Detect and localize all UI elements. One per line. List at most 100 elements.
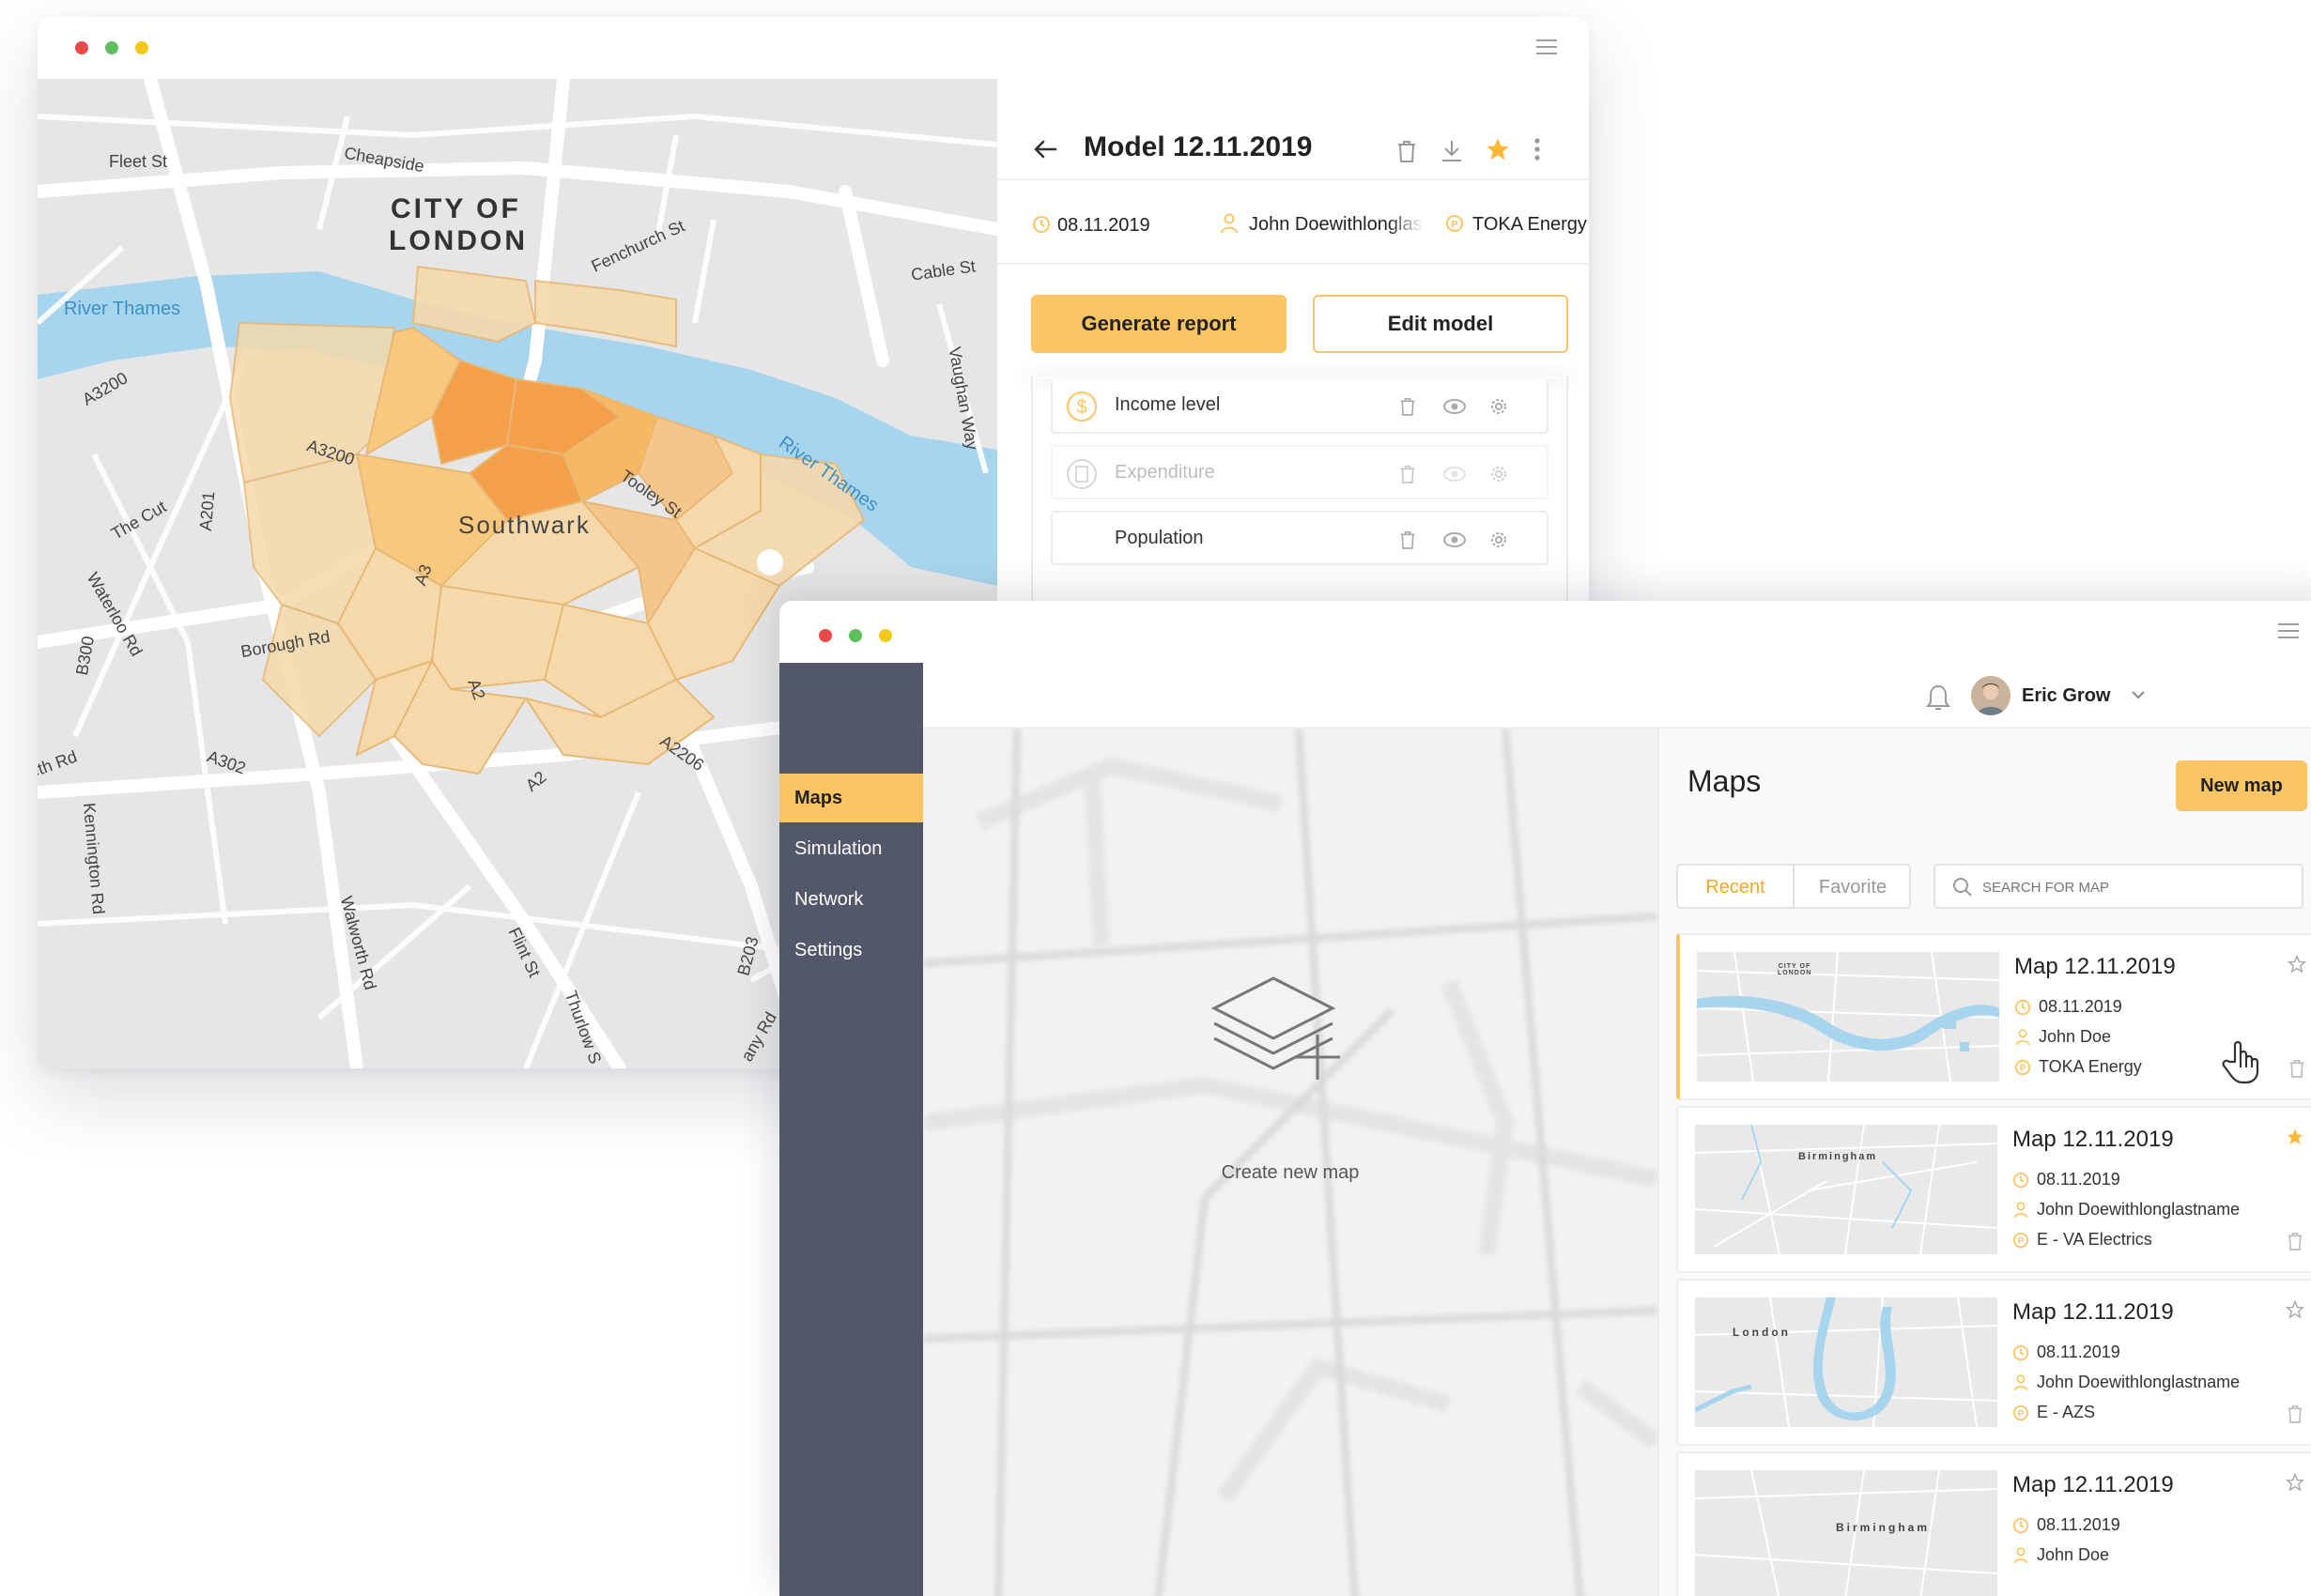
card-date-text: 08.11.2019	[2037, 1515, 2120, 1534]
trash-icon[interactable]	[1396, 394, 1419, 419]
model-meta: 08.11.2019 John Doewithlonglast P TOKA E…	[997, 180, 1589, 265]
card-date: 08.11.2019	[2012, 1170, 2120, 1189]
layer-row[interactable]: Population	[1051, 511, 1548, 565]
sidebar-item-simulation[interactable]: Simulation	[779, 824, 923, 873]
tab-recent[interactable]: Recent	[1678, 866, 1795, 909]
sidebar-item-maps[interactable]: Maps	[779, 774, 923, 822]
user-icon	[2012, 1546, 2029, 1564]
model-user: John Doewithlonglast	[1249, 214, 1424, 235]
menu-icon[interactable]	[2278, 623, 2299, 638]
layer-row[interactable]: Expenditure	[1051, 445, 1548, 499]
card-company-text: E - VA Electrics	[2037, 1230, 2152, 1249]
card-user-text: John Doewithlonglastname	[2037, 1373, 2241, 1391]
card-company: P E - AZS	[2012, 1403, 2095, 1422]
card-date-text: 08.11.2019	[2037, 1343, 2120, 1361]
more-vertical-icon[interactable]	[1529, 135, 1546, 163]
map-canvas-area[interactable]: Create new map	[923, 729, 1657, 1596]
trash-icon[interactable]	[2287, 1057, 2307, 1080]
arrow-left-icon[interactable]	[1031, 135, 1059, 163]
card-title: Map 12.11.2019	[2012, 1127, 2174, 1152]
map-label: LONDON	[389, 225, 528, 256]
new-map-button[interactable]: New map	[2176, 760, 2307, 811]
star-outline-icon[interactable]	[2285, 1299, 2305, 1320]
card-title: Map 12.11.2019	[2012, 1472, 2174, 1497]
sidebar: Maps Simulation Network Settings	[779, 663, 923, 1596]
bell-icon[interactable]	[1924, 682, 1952, 714]
card-date-text: 08.11.2019	[2037, 1170, 2120, 1189]
search-field[interactable]	[1934, 864, 2303, 909]
map-label: CITY OF	[391, 193, 521, 224]
clock-icon	[2012, 1517, 2029, 1534]
receipt-icon	[1066, 458, 1098, 490]
clock-icon	[2012, 1172, 2029, 1189]
map-card[interactable]: Birmingham Map 12.11.2019 08.11.2019 Joh…	[1676, 1451, 2311, 1596]
trash-icon[interactable]	[1396, 528, 1419, 552]
card-user-text: John Doe	[2039, 1027, 2112, 1046]
search-input[interactable]	[1982, 875, 2283, 899]
star-filled-icon[interactable]	[2285, 1127, 2305, 1147]
minimize-dot[interactable]	[879, 629, 892, 642]
trash-icon[interactable]	[1394, 137, 1420, 165]
map-card[interactable]: London Map 12.11.2019 08.11.2019 John Do…	[1676, 1279, 2311, 1446]
card-date: 08.11.2019	[2012, 1343, 2120, 1362]
menu-icon[interactable]	[1536, 39, 1557, 54]
user-icon	[1219, 212, 1240, 235]
card-company-text: TOKA Energy	[2039, 1057, 2142, 1076]
card-company-text: E - AZS	[2037, 1403, 2096, 1421]
card-user: John Doewithlonglastname	[2012, 1373, 2240, 1392]
eye-icon[interactable]	[1441, 528, 1468, 552]
top-bar: Eric Grow	[923, 663, 2311, 729]
map-thumbnail: CITY OF LONDON	[1697, 952, 1999, 1082]
gear-icon[interactable]	[1487, 528, 1511, 552]
search-icon	[1952, 877, 1973, 898]
company-icon: P	[2012, 1232, 2029, 1249]
maps-panel: Maps New map Recent Favorite CITY	[1657, 729, 2311, 1596]
gear-icon[interactable]	[1487, 462, 1511, 486]
clock-icon	[1031, 214, 1052, 235]
close-dot[interactable]	[75, 41, 88, 54]
trash-icon[interactable]	[1396, 462, 1419, 486]
card-date: 08.11.2019	[2012, 1515, 2120, 1535]
model-company: TOKA Energy	[1472, 214, 1587, 235]
avatar[interactable]	[1971, 676, 2011, 715]
map-label: Southwark	[458, 511, 591, 539]
map-label: Fleet St	[109, 152, 168, 171]
layer-label: Population	[1115, 528, 1204, 548]
map-card[interactable]: Birmingham Map 12.11.2019 08.11.2019 Joh…	[1676, 1106, 2311, 1273]
svg-text:P: P	[2018, 1409, 2025, 1420]
eye-icon[interactable]	[1441, 394, 1468, 419]
maximize-dot[interactable]	[105, 41, 118, 54]
star-outline-icon[interactable]	[2287, 954, 2307, 974]
star-icon[interactable]	[1484, 135, 1512, 163]
map-thumbnail: London	[1695, 1297, 1997, 1427]
chevron-down-icon[interactable]	[2131, 687, 2146, 702]
minimize-dot[interactable]	[135, 41, 148, 54]
clock-icon	[2012, 1344, 2029, 1361]
close-dot[interactable]	[819, 629, 832, 642]
trash-icon[interactable]	[2285, 1403, 2305, 1425]
maps-window: Maps Simulation Network Settings Eric Gr…	[779, 601, 2311, 1596]
eye-icon[interactable]	[1441, 462, 1468, 486]
card-company: P E - VA Electrics	[2012, 1230, 2152, 1250]
window-titlebar	[38, 17, 1589, 79]
card-company: P TOKA Energy	[2014, 1057, 2142, 1077]
user-name[interactable]: Eric Grow	[2022, 685, 2110, 707]
map-card[interactable]: CITY OF LONDON Map 12.11.2019 08.11.2019…	[1676, 933, 2311, 1100]
sidebar-item-network[interactable]: Network	[779, 875, 923, 924]
layers-add-icon[interactable]	[1203, 969, 1344, 1091]
star-outline-icon[interactable]	[2285, 1472, 2305, 1493]
svg-text:$: $	[1076, 397, 1086, 418]
gear-icon[interactable]	[1487, 394, 1511, 419]
model-title: Model 12.11.2019	[1084, 131, 1313, 162]
generate-report-button[interactable]: Generate report	[1031, 295, 1286, 353]
download-icon[interactable]	[1439, 137, 1465, 165]
tab-favorite[interactable]: Favorite	[1795, 866, 1911, 909]
create-new-map-label[interactable]: Create new map	[923, 1162, 1657, 1184]
trash-icon[interactable]	[2285, 1230, 2305, 1252]
edit-model-button[interactable]: Edit model	[1313, 295, 1568, 353]
thumb-label: London	[1733, 1326, 1791, 1339]
svg-text:P: P	[1451, 220, 1457, 231]
sidebar-item-settings[interactable]: Settings	[779, 926, 923, 974]
maximize-dot[interactable]	[849, 629, 862, 642]
layer-row[interactable]: $ Income level	[1051, 379, 1548, 434]
